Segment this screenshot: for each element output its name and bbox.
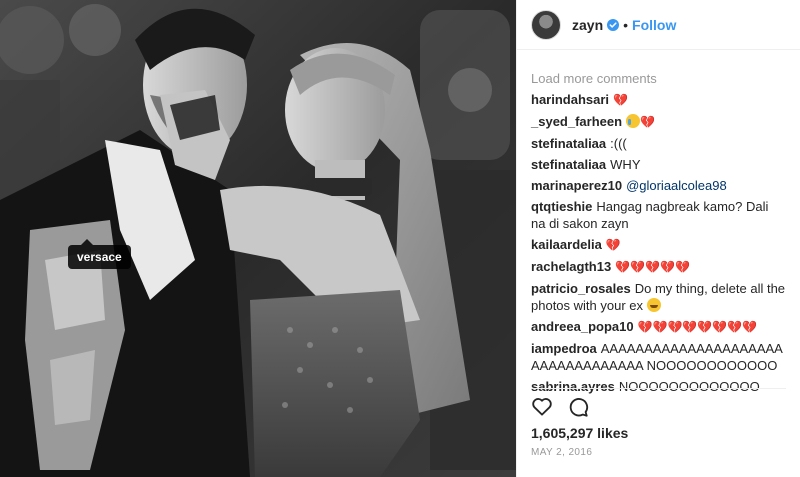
comment-text: :((( <box>610 136 627 151</box>
comment-item: rachelagth13 💔💔💔💔💔 <box>531 258 786 276</box>
comment-item: stefinataliaa WHY <box>531 156 786 173</box>
broken-heart-icon: 💔 <box>640 115 656 129</box>
comment-item: qtqtieshie Hangag nagbreak kamo? Dali na … <box>531 198 786 232</box>
comment-item: andreea_popa10 💔💔💔💔💔💔💔💔 <box>531 318 786 336</box>
comment-item: marinaperez10 @gloriaalcolea98 <box>531 177 786 194</box>
speech-bubble-icon[interactable] <box>567 396 589 418</box>
crying-face-icon <box>626 114 641 128</box>
post-actions <box>531 396 589 418</box>
post-header: zayn • Follow <box>517 0 800 50</box>
comment-username[interactable]: iampedroa <box>531 341 597 356</box>
comment-item: kailaardelia 💔 <box>531 236 786 254</box>
comment-username[interactable]: qtqtieshie <box>531 199 592 214</box>
post-side-panel: zayn • Follow Load more comments harinda… <box>516 0 800 477</box>
likes-count[interactable]: 1,605,297 likes <box>531 425 628 441</box>
comment-username[interactable]: stefinataliaa <box>531 157 606 172</box>
comment-username[interactable]: rachelagth13 <box>531 259 611 274</box>
comment-username[interactable]: marinaperez10 <box>531 178 622 193</box>
broken-heart-icon: 💔 <box>605 238 621 252</box>
grinning-face-icon <box>646 298 661 312</box>
heart-outline-icon[interactable] <box>531 396 553 418</box>
broken-hearts-icon: 💔💔💔💔💔💔💔💔 <box>637 320 758 334</box>
comment-item: iampedroa AAAAAAAAAAAAAAAAAAAAAAAAAAAAAAA… <box>531 340 786 374</box>
comment-text: WHY <box>610 157 641 172</box>
comments-list: Load more comments harindahsari 💔 _syed_f… <box>517 50 800 395</box>
comment-username[interactable]: sabrina.ayres <box>531 379 615 394</box>
comment-username[interactable]: harindahsari <box>531 92 609 107</box>
comment-item: harindahsari 💔 <box>531 91 786 109</box>
verified-badge-icon <box>607 18 620 31</box>
post-date[interactable]: MAY 2, 2016 <box>531 447 592 458</box>
post-username[interactable]: zayn <box>572 17 603 33</box>
comment-item: patricio_rosales Do my thing, delete all … <box>531 280 786 314</box>
photo-tag[interactable]: versace <box>68 239 131 269</box>
header-separator: • <box>623 16 629 33</box>
comment-username[interactable]: patricio_rosales <box>531 281 631 296</box>
comment-item: _syed_farheen 💔 <box>531 113 786 131</box>
photo-image <box>0 0 516 477</box>
comment-username[interactable]: kailaardelia <box>531 237 602 252</box>
broken-heart-icon: 💔 <box>613 93 628 107</box>
comment-username[interactable]: andreea_popa10 <box>531 319 634 334</box>
comment-text: NOOOOOOOOOOOOO <box>618 379 760 394</box>
follow-button[interactable]: Follow <box>632 17 676 33</box>
comment-item: stefinataliaa :((( <box>531 135 786 152</box>
load-more-comments-button[interactable]: Load more comments <box>531 71 786 86</box>
broken-hearts-icon: 💔💔💔💔💔 <box>615 260 690 274</box>
post-photo[interactable]: versace <box>0 0 516 477</box>
actions-divider <box>531 388 786 389</box>
comment-mention-link[interactable]: @gloriaalcolea98 <box>626 178 727 193</box>
comment-username[interactable]: _syed_farheen <box>531 114 622 129</box>
comment-username[interactable]: stefinataliaa <box>531 136 606 151</box>
avatar[interactable] <box>531 9 561 40</box>
comment-item: sabrina.ayres NOOOOOOOOOOOOO <box>531 378 786 395</box>
